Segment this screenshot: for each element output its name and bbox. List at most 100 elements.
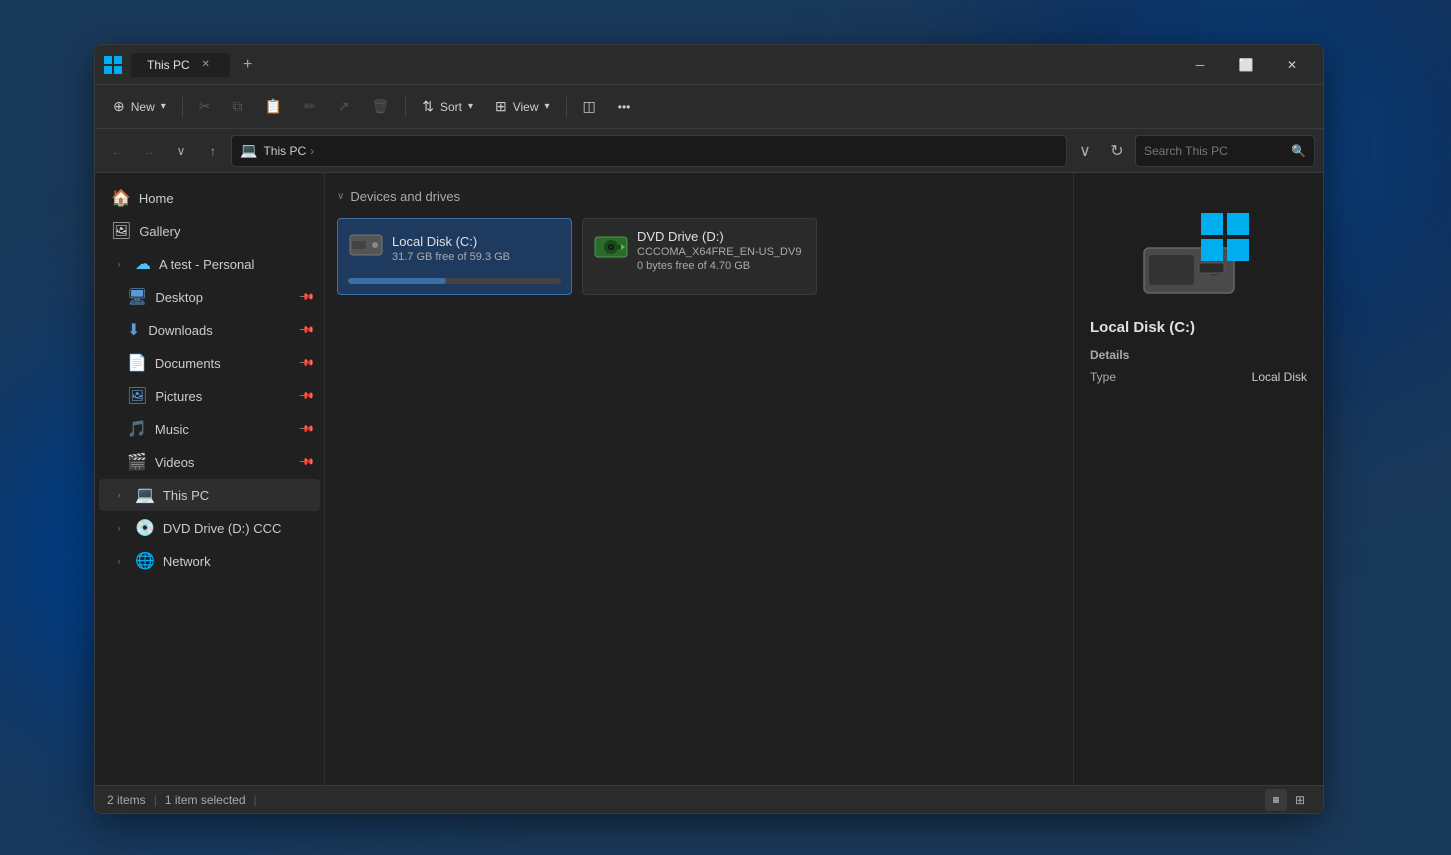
details-section-label: Details <box>1090 348 1129 362</box>
up-button[interactable]: ↑ <box>199 137 227 165</box>
address-bar: ← → ∨ ↑ 💻 This PC › ∨ ↻ Search This PC 🔍 <box>95 129 1323 173</box>
share-button[interactable]: ↗ <box>328 91 360 123</box>
close-button[interactable]: ✕ <box>1269 49 1315 81</box>
sort-icon: ⇅ <box>422 98 434 115</box>
content-area: ∨ Devices and drives <box>325 173 1323 785</box>
share-icon: ↗ <box>338 98 350 115</box>
details-type-row: Type Local Disk <box>1090 370 1307 384</box>
network-icon: 🌐 <box>135 551 155 571</box>
details-panel: Local Disk (C:) Details Type Local Disk <box>1073 173 1323 785</box>
sidebar-item-videos[interactable]: 🎬 Videos 📌 <box>99 446 320 478</box>
status-separator: | <box>154 793 157 807</box>
breadcrumb-item: This PC <box>263 144 306 158</box>
view-dropdown-icon: ▾ <box>545 101 550 112</box>
dvd-icon: 💿 <box>135 518 155 538</box>
file-explorer-window: This PC ✕ + ─ ⬜ ✕ ⊕ New ▾ ✂ ⧉ 📋 ✏ <box>94 44 1324 814</box>
sidebar-item-documents[interactable]: 📄 Documents 📌 <box>99 347 320 379</box>
documents-icon: 📄 <box>127 353 147 373</box>
sidebar-item-pictures[interactable]: 🖼 Pictures 📌 <box>99 380 320 412</box>
toolbar-separator <box>182 97 183 117</box>
drive-card-d[interactable]: DVD Drive (D:) CCCOMA_X64FRE_EN-US_DV9 0… <box>582 218 817 295</box>
new-icon: ⊕ <box>113 98 125 115</box>
item-count: 2 items <box>107 793 146 807</box>
maximize-button[interactable]: ⬜ <box>1223 49 1269 81</box>
sidebar-item-this-pc[interactable]: › 💻 This PC <box>99 479 320 511</box>
sidebar-item-dvd-drive[interactable]: › 💿 DVD Drive (D:) CCC <box>99 512 320 544</box>
sidebar-item-home[interactable]: 🏠 Home <box>99 182 320 214</box>
status-separator-2: | <box>254 793 257 807</box>
new-button[interactable]: ⊕ New ▾ <box>103 91 176 123</box>
title-bar: This PC ✕ + ─ ⬜ ✕ <box>95 45 1323 85</box>
dvd-drive-info: DVD Drive (D:) CCCOMA_X64FRE_EN-US_DV9 0… <box>637 229 806 272</box>
drive-free: 31.7 GB free of 59.3 GB <box>392 251 561 263</box>
gallery-icon: 🖼 <box>111 221 131 241</box>
toolbar-separator-2 <box>405 97 406 117</box>
minimize-button[interactable]: ─ <box>1177 49 1223 81</box>
drive-card-c[interactable]: Local Disk (C:) 31.7 GB free of 59.3 GB <box>337 218 572 295</box>
back-button[interactable]: ← <box>103 137 131 165</box>
paste-button[interactable]: 📋 <box>255 91 292 123</box>
desktop-icon: 🖥 <box>127 287 147 307</box>
search-box[interactable]: Search This PC 🔍 <box>1135 135 1315 167</box>
details-type-value: Local Disk <box>1252 370 1307 384</box>
cloud-expand-icon: › <box>111 256 127 272</box>
drives-grid: Local Disk (C:) 31.7 GB free of 59.3 GB <box>337 218 1061 295</box>
sidebar-item-music[interactable]: 🎵 Music 📌 <box>99 413 320 445</box>
window-icon <box>103 55 123 75</box>
expand-nav-button[interactable]: ∨ <box>167 137 195 165</box>
selected-count: 1 item selected <box>165 793 246 807</box>
cut-button[interactable]: ✂ <box>189 91 221 123</box>
dvd-drive-icon <box>593 231 629 270</box>
new-dropdown-icon: ▾ <box>161 101 166 112</box>
search-icon: 🔍 <box>1291 144 1306 158</box>
tab-close-button[interactable]: ✕ <box>198 57 214 73</box>
sort-button[interactable]: ⇅ Sort ▾ <box>412 91 483 123</box>
this-pc-expand-icon: › <box>111 487 127 503</box>
section-expand-icon[interactable]: ∨ <box>337 191 344 202</box>
paste-icon: 📋 <box>265 98 282 115</box>
breadcrumb: This PC › <box>263 144 314 158</box>
copy-button[interactable]: ⧉ <box>223 91 253 123</box>
cut-icon: ✂ <box>199 98 211 115</box>
address-dropdown-button[interactable]: ∨ <box>1071 137 1099 165</box>
sidebar-item-desktop[interactable]: 🖥 Desktop 📌 <box>99 281 320 313</box>
rename-button[interactable]: ✏ <box>294 91 326 123</box>
dvd-expand-icon: › <box>111 520 127 536</box>
more-button[interactable]: ••• <box>608 91 641 123</box>
sidebar-item-downloads[interactable]: ⬇ Downloads 📌 <box>99 314 320 346</box>
details-toggle-button[interactable]: ◫ <box>573 91 606 123</box>
section-label: Devices and drives <box>350 189 460 204</box>
sidebar-item-network[interactable]: › 🌐 Network <box>99 545 320 577</box>
refresh-button[interactable]: ↻ <box>1103 137 1131 165</box>
sort-dropdown-icon: ▾ <box>468 101 473 112</box>
drive-card-top: Local Disk (C:) 31.7 GB free of 59.3 GB <box>348 229 561 268</box>
home-icon: 🏠 <box>111 188 131 208</box>
details-drive-illustration <box>1139 213 1259 303</box>
toolbar-separator-3 <box>566 97 567 117</box>
search-placeholder: Search This PC <box>1144 144 1228 158</box>
drive-info: Local Disk (C:) 31.7 GB free of 59.3 GB <box>392 234 561 263</box>
view-button[interactable]: ⊞ View ▾ <box>485 91 560 123</box>
active-tab[interactable]: This PC ✕ <box>131 53 230 77</box>
grid-view-button[interactable]: ⊞ <box>1289 789 1311 811</box>
address-path[interactable]: 💻 This PC › <box>231 135 1067 167</box>
sidebar: 🏠 Home 🖼 Gallery › ☁ A test - Personal 🖥… <box>95 173 325 785</box>
file-area: ∨ Devices and drives <box>325 173 1073 785</box>
toolbar: ⊕ New ▾ ✂ ⧉ 📋 ✏ ↗ 🗑 ⇅ Sort ▾ ⊞ <box>95 85 1323 129</box>
delete-icon: 🗑 <box>371 98 389 115</box>
pin-icon-music: 📌 <box>297 421 314 438</box>
sidebar-item-cloud[interactable]: › ☁ A test - Personal <box>99 248 320 280</box>
view-toggle-buttons: ≡ ⊞ <box>1265 789 1311 811</box>
status-bar: 2 items | 1 item selected | ≡ ⊞ <box>95 785 1323 813</box>
list-view-button[interactable]: ≡ <box>1265 789 1287 811</box>
details-title: Local Disk (C:) <box>1090 319 1195 336</box>
new-tab-button[interactable]: + <box>234 51 262 79</box>
cloud-icon: ☁ <box>135 254 151 274</box>
downloads-icon: ⬇ <box>127 320 140 340</box>
network-expand-icon: › <box>111 553 127 569</box>
sidebar-item-gallery[interactable]: 🖼 Gallery <box>99 215 320 247</box>
forward-button[interactable]: → <box>135 137 163 165</box>
pin-icon-videos: 📌 <box>297 454 314 471</box>
this-pc-icon: 💻 <box>135 485 155 505</box>
delete-button[interactable]: 🗑 <box>361 91 399 123</box>
